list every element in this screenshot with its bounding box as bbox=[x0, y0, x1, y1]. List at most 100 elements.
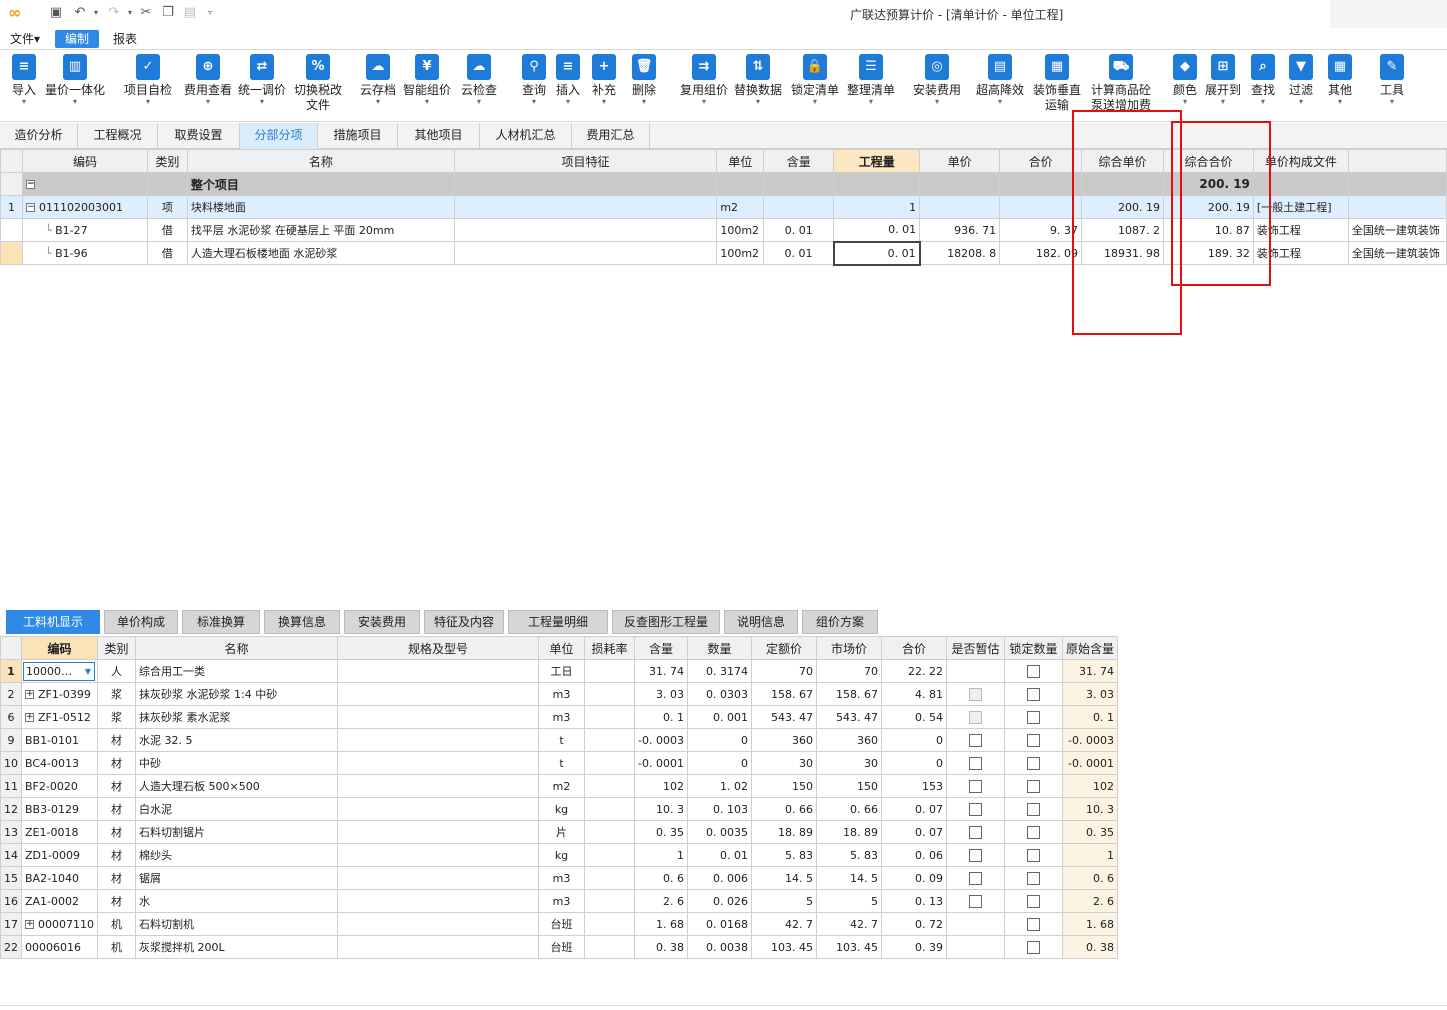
material-quota-price[interactable]: 103. 45 bbox=[750, 935, 817, 959]
material-content[interactable]: 0. 38 bbox=[634, 935, 688, 959]
lock-amount-checkbox[interactable] bbox=[1026, 710, 1040, 724]
tab-3[interactable]: 分部分项 bbox=[240, 123, 318, 149]
material-quota-price[interactable]: 5 bbox=[750, 889, 817, 913]
material-code-cell[interactable]: 00006016 bbox=[21, 935, 98, 959]
tab-2[interactable]: 取费设置 bbox=[158, 123, 240, 149]
material-name[interactable]: 石料切割机 bbox=[135, 912, 338, 936]
material-spec[interactable] bbox=[337, 682, 539, 706]
lock-amount-cell[interactable] bbox=[1003, 820, 1063, 844]
col-header-quota-price[interactable]: 定额价 bbox=[750, 636, 817, 660]
table-row[interactable]: 11 BF2-0020 材人造大理石板 500×500 m2 102 1. 02 150 15… bbox=[0, 774, 1118, 798]
item-unit[interactable]: 100m2 bbox=[716, 241, 765, 265]
expand-icon[interactable]: + bbox=[25, 713, 34, 722]
replace-data-button[interactable]: ⇅ 替换数据 ▾ bbox=[730, 52, 786, 120]
item-content[interactable]: 0. 01 bbox=[763, 218, 835, 242]
estimated-cell[interactable] bbox=[945, 935, 1005, 959]
original-content[interactable]: 2. 6 bbox=[1061, 889, 1118, 913]
item-type[interactable]: 项 bbox=[146, 195, 188, 219]
col-header-amount[interactable]: 数量 bbox=[686, 636, 752, 660]
material-type[interactable]: 浆 bbox=[97, 682, 136, 706]
lock-amount-checkbox[interactable] bbox=[1026, 687, 1040, 701]
material-quota-price[interactable]: 30 bbox=[750, 751, 817, 775]
material-total[interactable]: 0. 06 bbox=[880, 843, 947, 867]
col-header-unit[interactable]: 单位 bbox=[716, 149, 765, 173]
high-efficiency-button[interactable]: ▤ 超高降效 ▾ bbox=[972, 52, 1028, 120]
detail-tab-1[interactable]: 单价构成 bbox=[104, 610, 178, 634]
material-loss-rate[interactable] bbox=[584, 912, 635, 936]
item-unit[interactable]: 100m2 bbox=[716, 218, 765, 242]
material-spec[interactable] bbox=[337, 751, 539, 775]
material-quota-price[interactable]: 150 bbox=[750, 774, 817, 798]
material-spec[interactable] bbox=[337, 912, 539, 936]
material-unit[interactable]: m3 bbox=[538, 682, 585, 706]
estimated-checkbox[interactable] bbox=[968, 756, 982, 770]
reuse-price-button[interactable]: ⇉ 复用组价 ▾ bbox=[678, 52, 730, 120]
item-extra[interactable]: 全国统一建筑装饰 bbox=[1347, 241, 1447, 265]
lock-amount-checkbox[interactable] bbox=[1026, 848, 1040, 862]
lock-amount-checkbox[interactable] bbox=[1026, 664, 1040, 678]
material-loss-rate[interactable] bbox=[584, 843, 635, 867]
item-code-cell[interactable]: └ B1-96 bbox=[21, 241, 148, 265]
material-spec[interactable] bbox=[337, 935, 539, 959]
original-content[interactable]: 10. 3 bbox=[1061, 797, 1118, 821]
material-type[interactable]: 机 bbox=[97, 935, 136, 959]
material-code-cell[interactable]: 10000… ▼ bbox=[21, 659, 98, 683]
material-spec[interactable] bbox=[337, 705, 539, 729]
estimated-checkbox[interactable] bbox=[968, 825, 982, 839]
material-name[interactable]: 棉纱头 bbox=[135, 843, 338, 867]
lock-amount-cell[interactable] bbox=[1003, 682, 1063, 706]
material-amount[interactable]: 0. 3174 bbox=[686, 659, 752, 683]
material-amount[interactable]: 0. 026 bbox=[686, 889, 752, 913]
tab-6[interactable]: 人材机汇总 bbox=[480, 123, 572, 149]
material-code-cell[interactable]: ZE1-0018 bbox=[21, 820, 98, 844]
material-amount[interactable]: 0. 0168 bbox=[686, 912, 752, 936]
collapse-icon[interactable]: − bbox=[25, 203, 35, 212]
material-spec[interactable] bbox=[337, 866, 539, 890]
material-code-cell[interactable]: + ZF1-0399 bbox=[21, 682, 98, 706]
col-header-spec[interactable]: 规格及型号 bbox=[337, 636, 539, 660]
material-code-cell[interactable]: + ZF1-0512 bbox=[21, 705, 98, 729]
material-name[interactable]: 灰浆搅拌机 200L bbox=[135, 935, 338, 959]
group-toggle[interactable]: − bbox=[21, 172, 148, 196]
material-type[interactable]: 机 bbox=[97, 912, 136, 936]
estimated-cell[interactable] bbox=[945, 843, 1005, 867]
material-type[interactable]: 材 bbox=[97, 843, 136, 867]
col-header-feature[interactable]: 项目特征 bbox=[453, 149, 718, 173]
material-spec[interactable] bbox=[337, 820, 539, 844]
item-total-price[interactable]: 9. 37 bbox=[999, 218, 1083, 242]
material-loss-rate[interactable] bbox=[584, 866, 635, 890]
estimated-cell[interactable] bbox=[945, 889, 1005, 913]
table-row[interactable]: 17 +00007110 机石料切割机 台班 1. 68 0. 0168 42. 7 42. … bbox=[0, 912, 1118, 936]
undo-icon[interactable]: ↶ bbox=[72, 5, 88, 21]
material-quota-price[interactable]: 18. 89 bbox=[750, 820, 817, 844]
chevron-down-icon[interactable]: ▼ bbox=[85, 663, 91, 680]
estimated-cell[interactable] bbox=[945, 705, 1005, 729]
original-content[interactable]: 102 bbox=[1061, 774, 1118, 798]
detail-tab-9[interactable]: 组价方案 bbox=[802, 610, 878, 634]
material-code-cell[interactable]: BB3-0129 bbox=[21, 797, 98, 821]
original-content[interactable]: 1 bbox=[1061, 843, 1118, 867]
material-amount[interactable]: 0. 0303 bbox=[686, 682, 752, 706]
material-market-price[interactable]: 5. 83 bbox=[815, 843, 882, 867]
material-total[interactable]: 0 bbox=[880, 728, 947, 752]
material-type[interactable]: 材 bbox=[97, 751, 136, 775]
lock-amount-cell[interactable] bbox=[1003, 774, 1063, 798]
detail-tab-2[interactable]: 标准换算 bbox=[182, 610, 260, 634]
lock-amount-cell[interactable] bbox=[1003, 659, 1063, 683]
material-market-price[interactable]: 18. 89 bbox=[815, 820, 882, 844]
code-combo-input[interactable]: 10000… ▼ bbox=[23, 661, 95, 681]
material-type[interactable]: 材 bbox=[97, 820, 136, 844]
material-content[interactable]: 31. 74 bbox=[634, 659, 688, 683]
estimated-checkbox[interactable] bbox=[968, 802, 982, 816]
col-header-total[interactable]: 合价 bbox=[880, 636, 947, 660]
detail-tab-5[interactable]: 特征及内容 bbox=[424, 610, 504, 634]
material-type[interactable]: 材 bbox=[97, 889, 136, 913]
table-row[interactable]: 1 10000… ▼ 人综合用工一类 工日 31. 74 0. 3174 70 70 22. 22… bbox=[0, 659, 1118, 683]
estimated-checkbox[interactable] bbox=[968, 894, 982, 908]
filter-button[interactable]: ▼ 过滤 ▾ bbox=[1286, 52, 1316, 120]
material-total[interactable]: 0. 13 bbox=[880, 889, 947, 913]
col-header-type[interactable]: 类别 bbox=[146, 149, 188, 173]
estimated-cell[interactable] bbox=[945, 751, 1005, 775]
collapse-icon[interactable]: − bbox=[25, 180, 35, 189]
col-header-unit[interactable]: 单位 bbox=[538, 636, 585, 660]
